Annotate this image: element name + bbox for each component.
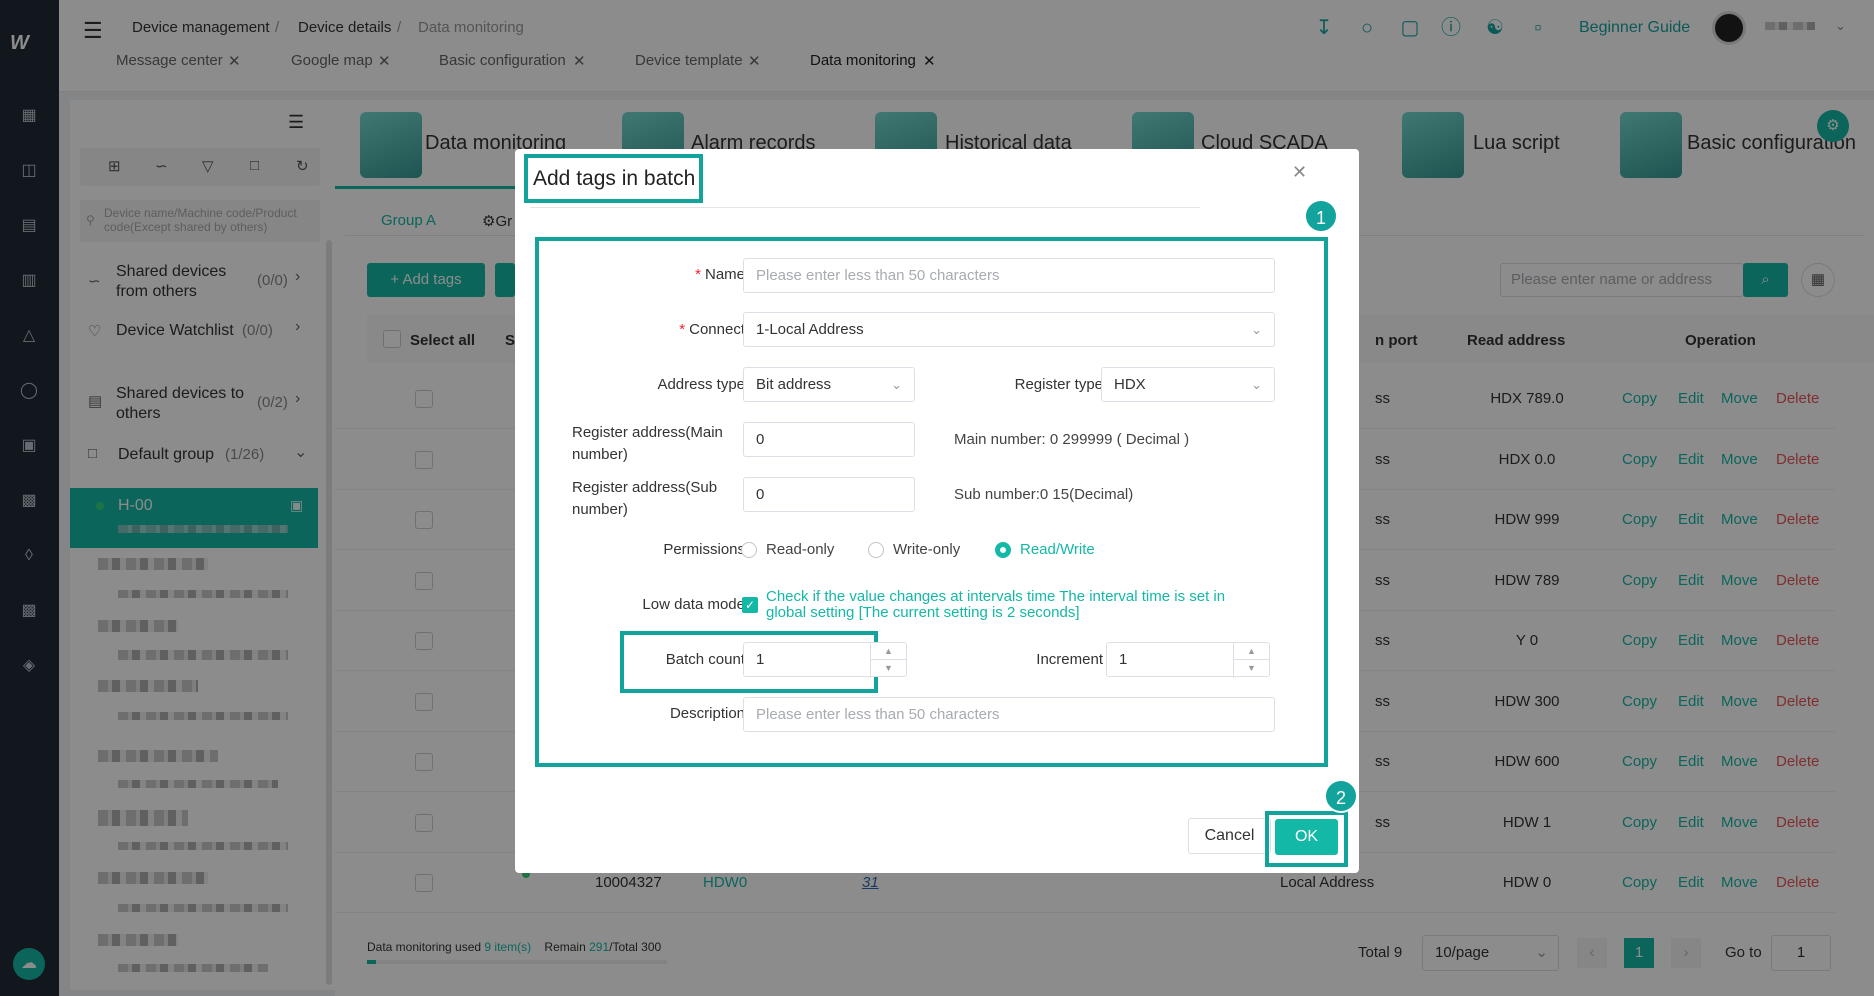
radio-read-write[interactable] xyxy=(995,542,1011,558)
increment-input[interactable]: 1 ▲ ▼ xyxy=(1106,642,1270,678)
name-label: * Name xyxy=(575,266,745,283)
increment-value: 1 xyxy=(1119,651,1128,668)
reg-main-label: Register address(Main number) xyxy=(572,424,723,463)
low-data-checkbox[interactable]: ✓ xyxy=(742,597,758,613)
dialog-title: Add tags in batch xyxy=(533,167,696,190)
radio-read-write-label[interactable]: Read/Write xyxy=(1020,541,1095,558)
reg-main-hint: Main number: 0 299999 ( Decimal ) xyxy=(954,431,1190,448)
radio-read-only[interactable] xyxy=(741,542,757,558)
add-tags-dialog: Add tags in batch ✕ 1 * Name Please enter… xyxy=(515,149,1359,873)
decrease-icon[interactable]: ▼ xyxy=(1234,660,1269,677)
increase-icon[interactable]: ▲ xyxy=(871,643,906,660)
low-data-text: Check if the value changes at intervals … xyxy=(766,588,1226,621)
connect-label: * Connect xyxy=(575,321,745,338)
reg-sub-hint: Sub number:0 15(Decimal) xyxy=(954,486,1134,503)
name-input[interactable]: Please enter less than 50 characters xyxy=(743,258,1275,293)
ok-button[interactable]: OK xyxy=(1275,819,1338,855)
callout-badge-1: 1 xyxy=(1304,199,1338,233)
reg-main-input[interactable]: 0 xyxy=(743,422,915,457)
address-type-label: Address type xyxy=(657,376,745,393)
radio-write-only-label[interactable]: Write-only xyxy=(893,541,960,558)
name-label-text: Name xyxy=(704,266,745,283)
decrease-icon[interactable]: ▼ xyxy=(871,660,906,677)
chevron-down-icon: ⌄ xyxy=(1251,322,1262,337)
register-type-label: Register type xyxy=(1014,376,1103,393)
radio-write-only[interactable] xyxy=(868,542,884,558)
chevron-down-icon: ⌄ xyxy=(891,377,902,392)
increase-icon[interactable]: ▲ xyxy=(1234,643,1269,660)
cancel-button[interactable]: Cancel xyxy=(1188,818,1271,854)
required-mark: * xyxy=(679,321,686,338)
description-label: Description xyxy=(669,705,745,722)
increment-label: Increment xyxy=(1036,651,1103,668)
required-mark: * xyxy=(695,266,701,283)
radio-read-only-label[interactable]: Read-only xyxy=(766,541,834,558)
address-type-value: Bit address xyxy=(756,376,832,393)
permissions-label: Permissions xyxy=(663,541,745,558)
batch-count-value: 1 xyxy=(756,651,765,668)
reg-sub-input[interactable]: 0 xyxy=(743,477,915,512)
low-data-label: Low data mode xyxy=(642,596,745,613)
batch-count-input[interactable]: 1 ▲ ▼ xyxy=(743,642,907,678)
register-type-value: HDX xyxy=(1114,376,1146,393)
description-input[interactable]: Please enter less than 50 characters xyxy=(743,697,1275,732)
close-icon[interactable]: ✕ xyxy=(1292,162,1307,183)
batch-count-label: Batch count xyxy=(665,651,745,668)
address-type-select[interactable]: Bit address ⌄ xyxy=(743,367,915,402)
connect-select[interactable]: 1-Local Address ⌄ xyxy=(743,312,1275,347)
increment-stepper[interactable]: ▲ ▼ xyxy=(1233,643,1269,678)
connect-value: 1-Local Address xyxy=(756,321,864,338)
connect-label-text: Connect xyxy=(689,321,745,338)
chevron-down-icon: ⌄ xyxy=(1251,377,1262,392)
reg-sub-label: Register address(Sub number) xyxy=(572,479,718,518)
batch-count-stepper[interactable]: ▲ ▼ xyxy=(870,643,906,678)
dialog-divider xyxy=(530,207,1200,208)
callout-badge-2: 2 xyxy=(1324,779,1358,813)
register-type-select[interactable]: HDX ⌄ xyxy=(1101,367,1275,402)
